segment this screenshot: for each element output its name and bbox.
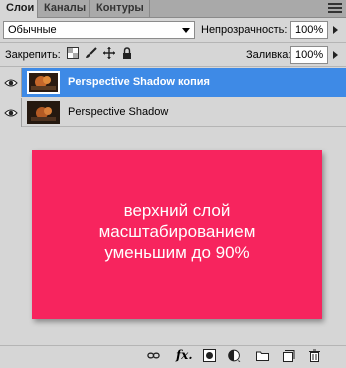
annotation-line: верхний слой (123, 201, 231, 220)
link-icon[interactable] (147, 349, 160, 362)
opacity-input[interactable]: 100% (290, 21, 328, 39)
brush-icon[interactable] (85, 47, 97, 59)
adjustment-icon[interactable] (228, 349, 241, 362)
lock-icon[interactable] (121, 47, 133, 59)
layer-row[interactable]: Perspective Shadow (0, 98, 346, 127)
opacity-slider-arrow-icon[interactable] (333, 26, 338, 34)
eye-icon (4, 109, 18, 117)
annotation-line: уменьшим до 90% (104, 243, 250, 262)
mask-icon[interactable] (203, 349, 216, 362)
annotation-line: масштабированием (98, 222, 256, 241)
fill-input[interactable]: 100% (290, 46, 328, 64)
tab-channels[interactable]: Каналы (38, 0, 90, 17)
visibility-toggle[interactable] (0, 68, 22, 97)
group-folder-icon[interactable] (256, 349, 269, 362)
annotation-text: верхний слой масштабированием уменьшим д… (32, 200, 322, 263)
fill-slider-arrow-icon[interactable] (333, 51, 338, 59)
layer-thumbnail[interactable] (27, 71, 60, 94)
layers-panel: Слои Каналы Контуры Обычные Непрозрачнос… (0, 0, 346, 368)
divider (0, 42, 346, 43)
layer-name: Perspective Shadow (68, 106, 169, 118)
layer-name: Perspective Shadow копия (68, 76, 210, 88)
blend-mode-value: Обычные (8, 24, 57, 36)
lock-transparent-pixels-icon[interactable] (67, 47, 79, 59)
thumbnail-image-icon (27, 101, 60, 124)
layer-thumbnail[interactable] (27, 101, 60, 124)
new-layer-icon[interactable] (282, 349, 295, 362)
eye-icon (4, 79, 18, 87)
chevron-down-icon (182, 28, 190, 33)
trash-icon[interactable] (308, 349, 321, 362)
visibility-toggle[interactable] (0, 98, 22, 127)
thumbnail-image-icon (29, 73, 58, 92)
tab-layers[interactable]: Слои (0, 0, 38, 18)
fx-icon[interactable]: fx. (176, 348, 193, 362)
tab-bar: Слои Каналы Контуры (0, 0, 346, 18)
fill-label: Заливка: (246, 49, 292, 61)
panel-menu-icon[interactable] (328, 3, 342, 14)
annotation-box: верхний слой масштабированием уменьшим д… (32, 150, 322, 319)
layer-row[interactable]: Perspective Shadow копия (0, 68, 346, 97)
opacity-label: Непрозрачность: (201, 24, 288, 36)
tab-paths[interactable]: Контуры (90, 0, 150, 17)
lock-label: Закрепить: (5, 49, 61, 61)
divider (0, 66, 346, 67)
blend-mode-select[interactable]: Обычные (3, 21, 195, 39)
move-icon[interactable] (103, 47, 115, 59)
